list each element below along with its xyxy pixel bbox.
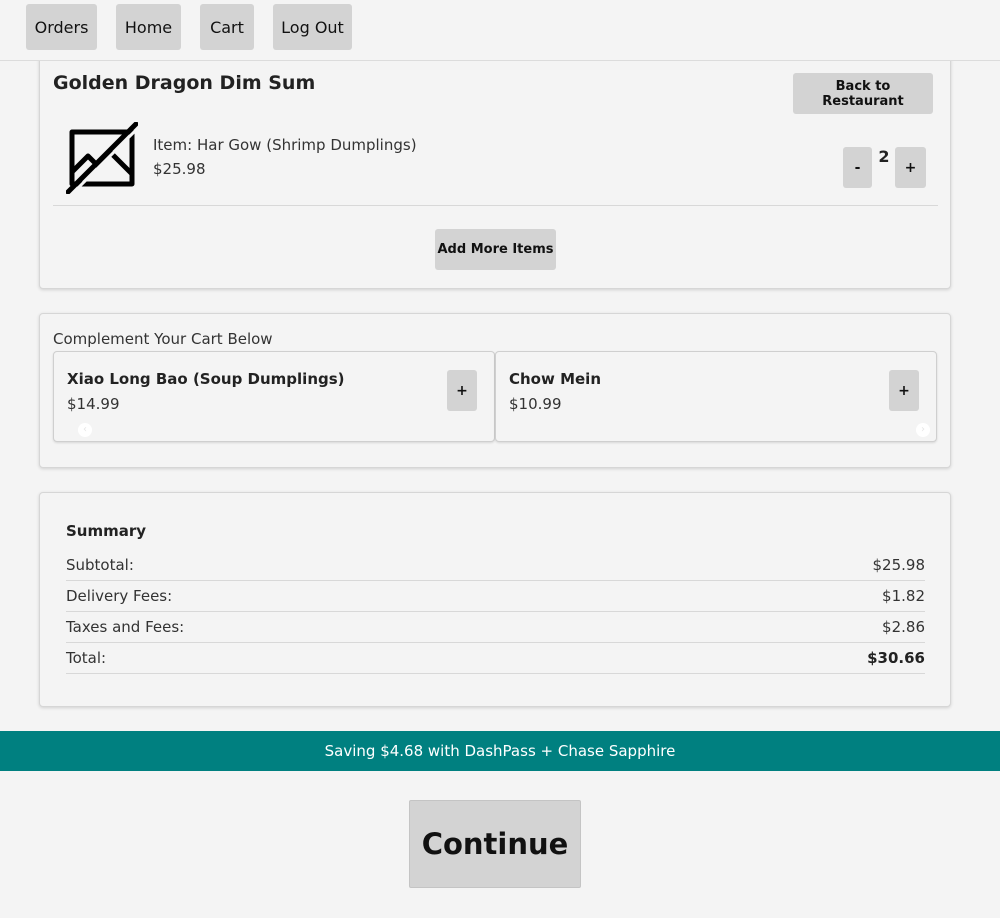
summary-label: Subtotal: xyxy=(66,556,134,574)
cart-item-price: $25.98 xyxy=(153,160,206,178)
summary-value: $1.82 xyxy=(882,587,925,605)
cart-card: Golden Dragon Dim Sum Back to Restaurant… xyxy=(39,50,951,289)
back-to-restaurant-button[interactable]: Back to Restaurant xyxy=(793,73,933,114)
continue-button[interactable]: Continue xyxy=(409,800,581,888)
top-nav: Orders Home Cart Log Out xyxy=(0,0,1000,61)
suggested-item-card[interactable]: Xiao Long Bao (Soup Dumplings) $14.99 + … xyxy=(53,351,495,442)
suggested-item-price: $14.99 xyxy=(67,395,120,413)
summary-title: Summary xyxy=(66,522,147,540)
divider xyxy=(53,205,938,206)
summary-card: Summary Subtotal: $25.98 Delivery Fees: … xyxy=(39,492,951,707)
logout-button[interactable]: Log Out xyxy=(273,4,352,50)
restaurant-name: Golden Dragon Dim Sum xyxy=(53,72,316,94)
summary-label: Total: xyxy=(66,649,107,667)
dashpass-savings-banner: Saving $4.68 with DashPass + Chase Sapph… xyxy=(0,731,1000,771)
add-suggested-item-button[interactable]: + xyxy=(889,370,919,411)
summary-label: Taxes and Fees: xyxy=(66,618,185,636)
orders-button[interactable]: Orders xyxy=(26,4,97,50)
suggested-item-card[interactable]: Chow Mein $10.99 + › xyxy=(495,351,937,442)
suggested-item-name: Xiao Long Bao (Soup Dumplings) xyxy=(67,370,345,388)
summary-total-value: $30.66 xyxy=(867,649,925,667)
summary-value: $2.86 xyxy=(882,618,925,636)
decrement-quantity-button[interactable]: - xyxy=(843,147,872,188)
cart-item-name: Item: Har Gow (Shrimp Dumplings) xyxy=(153,136,417,154)
home-button[interactable]: Home xyxy=(116,4,181,50)
summary-row-subtotal: Subtotal: $25.98 xyxy=(66,550,925,581)
complement-title: Complement Your Cart Below xyxy=(53,330,273,348)
chevron-right-icon[interactable]: › xyxy=(916,423,930,437)
add-more-items-button[interactable]: Add More Items xyxy=(435,229,556,270)
chevron-left-icon[interactable]: ‹ xyxy=(78,423,92,437)
suggested-item-price: $10.99 xyxy=(509,395,562,413)
suggested-item-name: Chow Mein xyxy=(509,370,601,388)
quantity-value: 2 xyxy=(878,147,890,166)
summary-label: Delivery Fees: xyxy=(66,587,173,605)
cart-button[interactable]: Cart xyxy=(200,4,254,50)
image-off-icon xyxy=(65,121,139,195)
summary-row-taxes: Taxes and Fees: $2.86 xyxy=(66,612,925,643)
summary-row-total: Total: $30.66 xyxy=(66,643,925,674)
increment-quantity-button[interactable]: + xyxy=(895,147,926,188)
add-suggested-item-button[interactable]: + xyxy=(447,370,477,411)
summary-value: $25.98 xyxy=(872,556,926,574)
summary-row-delivery: Delivery Fees: $1.82 xyxy=(66,581,925,612)
complement-card: Complement Your Cart Below Xiao Long Bao… xyxy=(39,313,951,468)
